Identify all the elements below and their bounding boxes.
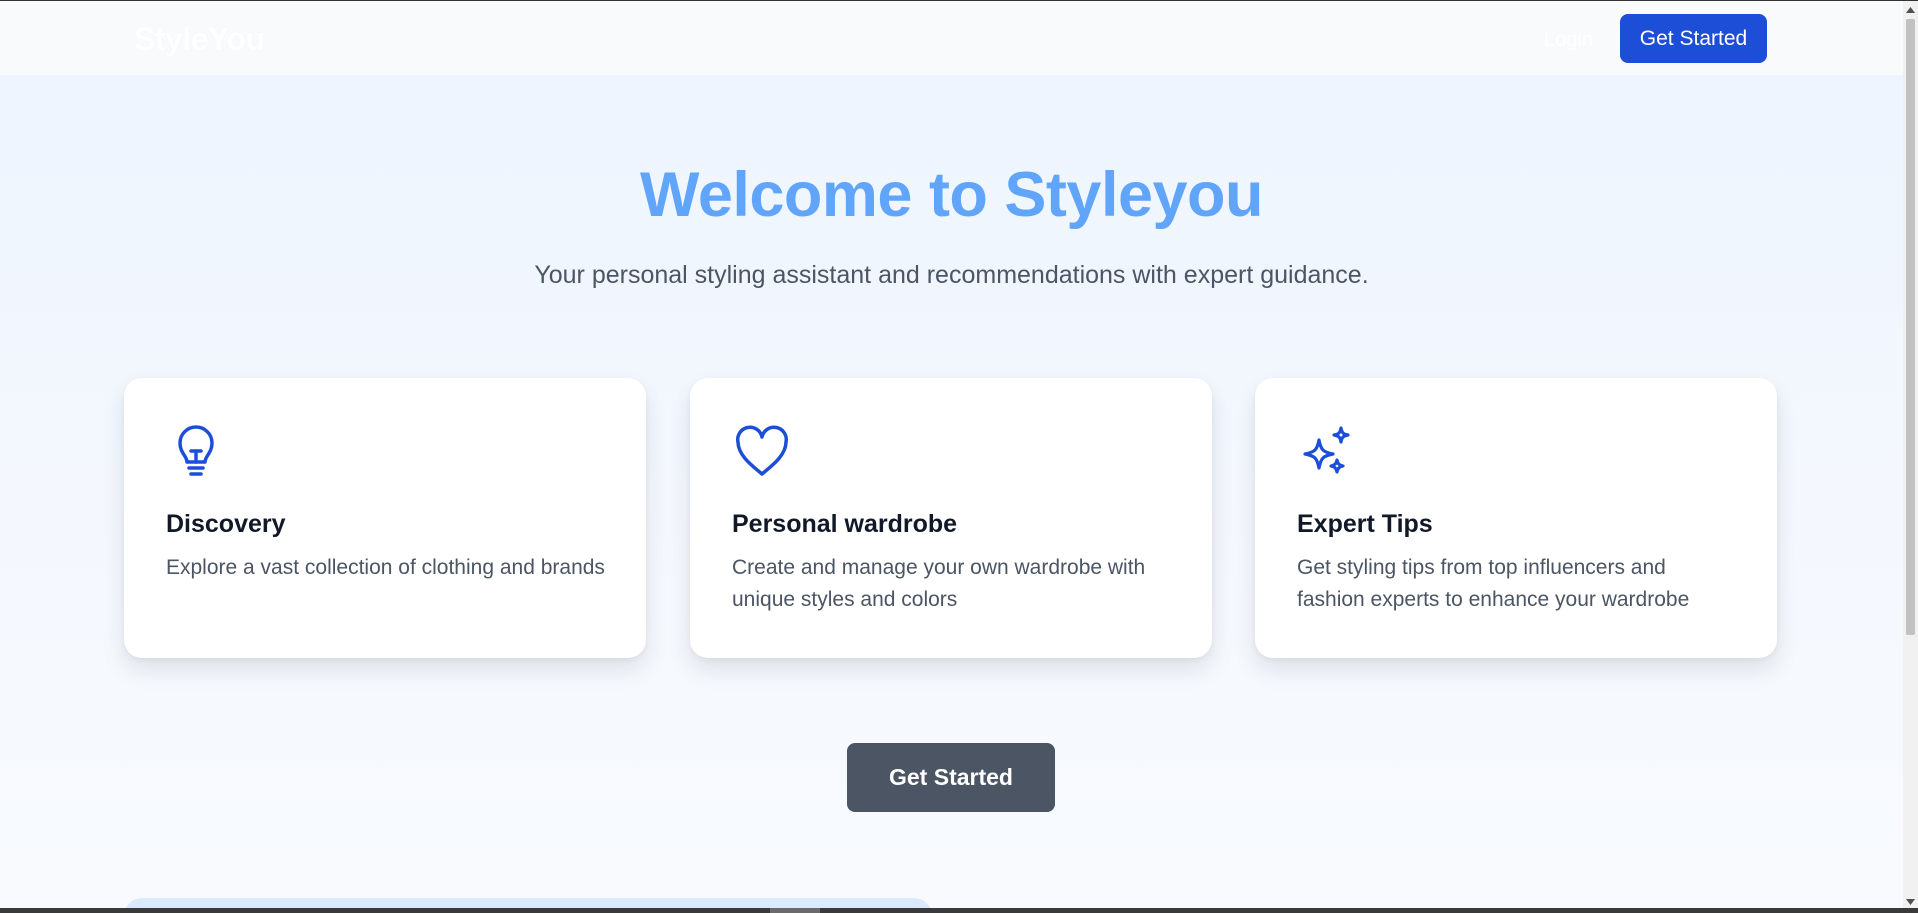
brand-logo[interactable]: StyleYou <box>134 21 265 58</box>
feature-title: Personal wardrobe <box>732 510 958 538</box>
feature-title: Expert Tips <box>1297 510 1433 538</box>
window-bottom-edge <box>0 908 1918 913</box>
heart-icon <box>732 422 792 482</box>
window-bottom-tab <box>770 908 820 913</box>
main-get-started-button[interactable]: Get Started <box>847 743 1055 812</box>
scrollbar-thumb[interactable] <box>1906 19 1915 635</box>
sparkles-icon <box>1297 422 1357 482</box>
feature-card-expert-tips: Expert Tips Get styling tips from top in… <box>1255 378 1777 658</box>
lightbulb-icon <box>166 422 226 482</box>
landing-page: StyleYou Login Get Started Welcome to St… <box>0 1 1903 913</box>
feature-card-personal-wardrobe: Personal wardrobe Create and manage your… <box>690 378 1212 658</box>
top-navbar: StyleYou Login Get Started <box>0 1 1903 75</box>
feature-description: Explore a vast collection of clothing an… <box>166 556 605 579</box>
scroll-up-arrow-icon[interactable] <box>1903 1 1918 18</box>
feature-description: Create and manage your own wardrobe with… <box>732 556 1146 611</box>
feature-description: Get styling tips from top influencers an… <box>1297 556 1690 611</box>
feature-card-discovery: Discovery Explore a vast collection of c… <box>124 378 646 658</box>
feature-title: Discovery <box>166 510 286 538</box>
login-link[interactable]: Login <box>1544 29 1593 52</box>
header-get-started-button[interactable]: Get Started <box>1620 14 1767 63</box>
hero-title: Welcome to Styleyou <box>640 160 1264 230</box>
browser-viewport: StyleYou Login Get Started Welcome to St… <box>0 0 1918 913</box>
hero-subtitle: Your personal styling assistant and reco… <box>534 261 1369 289</box>
vertical-scrollbar[interactable] <box>1903 1 1918 913</box>
